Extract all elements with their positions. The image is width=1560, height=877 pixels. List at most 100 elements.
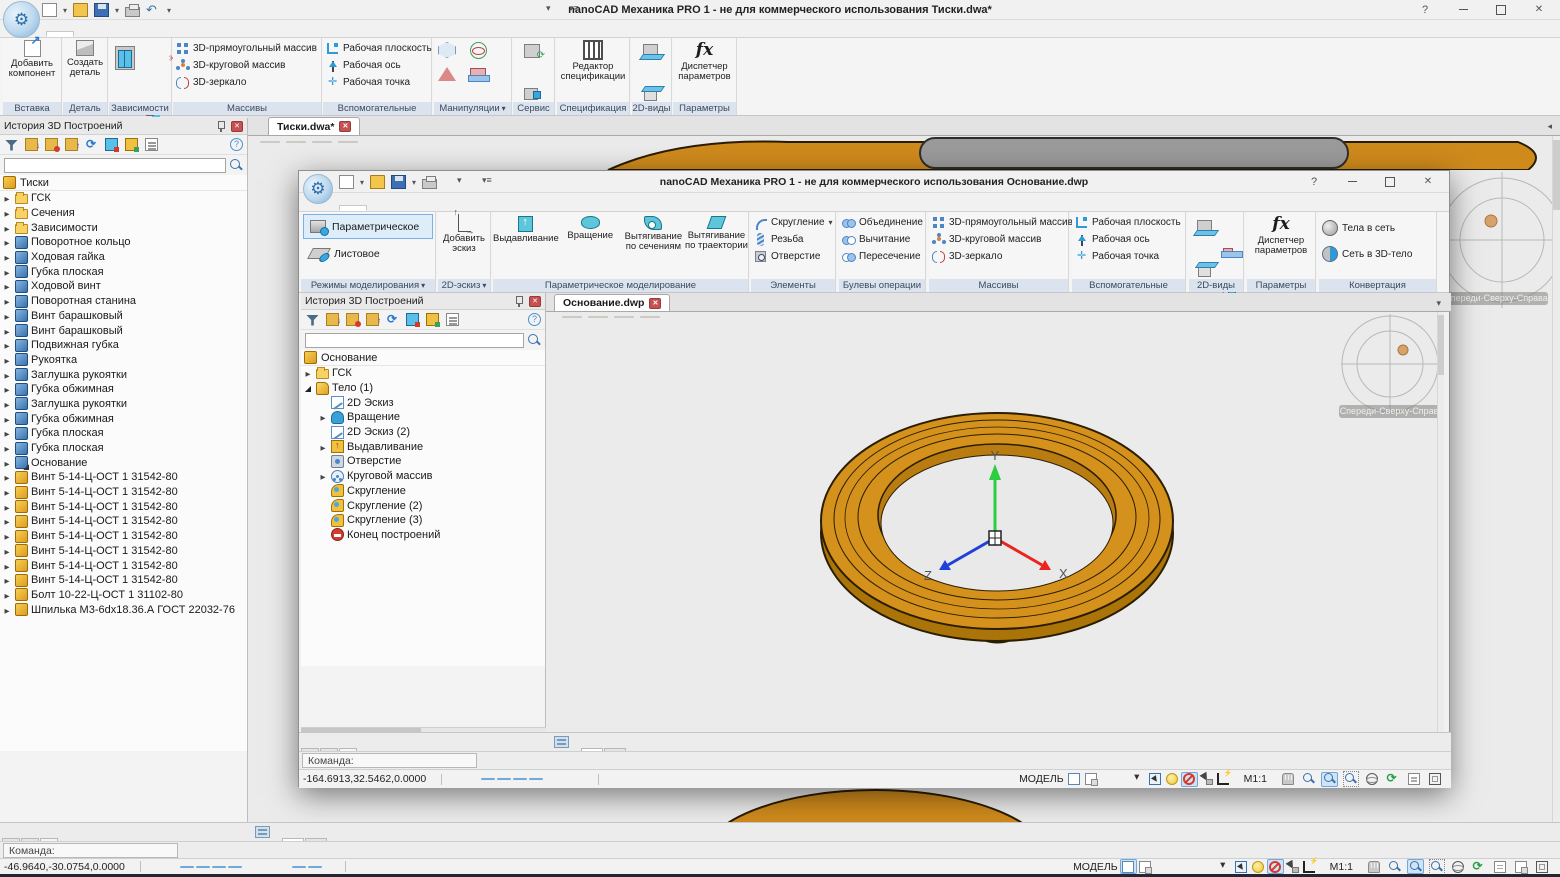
panel-tool[interactable] [104, 137, 119, 152]
expand-icon[interactable] [2, 266, 12, 278]
parametric-button[interactable]: Вытягивание по траектории [685, 214, 748, 253]
status-icon-button[interactable] [1066, 772, 1083, 787]
expand-icon[interactable] [2, 589, 12, 601]
status-icon-button[interactable] [1250, 859, 1267, 874]
ribbon-row-button[interactable]: 3D-круговой массив [932, 232, 1066, 247]
pin-icon[interactable] [514, 295, 524, 307]
ribbon-row-button[interactable]: Скругление [754, 215, 833, 230]
tree-item[interactable]: Заглушка рукоятки [0, 367, 247, 382]
nav-icon-button[interactable] [1407, 859, 1424, 874]
help-button[interactable] [1295, 172, 1333, 191]
history-search-input[interactable] [305, 333, 524, 348]
status-icon-button[interactable] [1301, 859, 1318, 874]
expand-icon[interactable] [2, 398, 12, 410]
model-space-label[interactable]: МОДЕЛЬ [1019, 773, 1064, 785]
save-dropdown-icon[interactable]: ▾ [115, 6, 119, 15]
tree-item[interactable]: ГСК [301, 366, 545, 381]
ribbon-tab[interactable] [74, 33, 100, 37]
tree-item[interactable]: Винт 5-14-Ц-ОСТ 1 31542-80 [0, 485, 247, 500]
expand-icon[interactable] [303, 367, 313, 379]
tree-item[interactable]: Зависимости [0, 220, 247, 235]
command-input[interactable]: Команда: [302, 753, 477, 768]
app-logo[interactable] [303, 174, 333, 204]
tree-item[interactable]: Винт 5-14-Ц-ОСТ 1 31542-80 [0, 573, 247, 588]
status-icon-button[interactable] [1120, 859, 1137, 874]
group-label[interactable]: Манипуляции [434, 102, 511, 115]
help-icon[interactable] [528, 313, 541, 326]
add-sketch-button[interactable]: Добавить эскиз [438, 212, 490, 255]
panel-tool[interactable] [84, 137, 99, 152]
expand-icon[interactable] [318, 411, 328, 423]
expand-icon[interactable] [2, 251, 12, 263]
tree-item[interactable]: Выдавливание [301, 439, 545, 454]
nav-icon-button[interactable] [1470, 859, 1487, 874]
constraint-icon[interactable] [115, 46, 135, 70]
parametric-button[interactable]: Вытягивание по сечениям [622, 214, 685, 253]
new-dropdown-icon[interactable]: ▾ [63, 6, 67, 15]
nav-icon-button[interactable] [1491, 859, 1508, 874]
panel-tool[interactable] [345, 312, 360, 327]
status-toggle[interactable] [260, 866, 274, 868]
app-logo[interactable] [3, 1, 40, 38]
ribbon-tab[interactable] [393, 207, 419, 211]
ribbon-minimize-icon[interactable]: ▾≡ [566, 3, 582, 14]
tree-item[interactable]: Отверстие [301, 454, 545, 469]
tab-list-icon[interactable]: ▾ [1436, 298, 1441, 309]
parametric-button[interactable]: Выдавливание [493, 214, 559, 253]
tree-item[interactable]: Поворотное кольцо [0, 235, 247, 250]
ribbon-row-button[interactable]: Рабочая ось [1075, 232, 1183, 247]
scale-indicator[interactable]: М1:1 [1244, 773, 1267, 785]
status-icon-button[interactable] [1284, 859, 1301, 874]
panel-close-icon[interactable] [231, 121, 243, 132]
status-toggle[interactable] [308, 866, 322, 868]
ribbon-tab[interactable] [152, 33, 178, 37]
tree-item[interactable]: Подвижная губка [0, 338, 247, 353]
ribbon-row-button[interactable]: Отверстие [754, 249, 833, 264]
doc-tab-osnovanie[interactable]: Основание.dwp [554, 294, 670, 311]
save-dropdown-icon[interactable]: ▾ [412, 178, 416, 187]
tree-item[interactable]: Основание [0, 455, 247, 470]
status-icon-button[interactable] [1267, 859, 1284, 874]
viewport-button[interactable] [312, 141, 332, 143]
maximize-button[interactable] [1371, 172, 1409, 191]
open-file-icon[interactable] [370, 175, 385, 189]
close-button[interactable] [1409, 172, 1447, 191]
status-toggle[interactable] [148, 866, 162, 868]
status-toggle[interactable] [212, 866, 226, 868]
parametric-button[interactable]: Вращение [559, 214, 622, 253]
panel-tool[interactable] [44, 137, 59, 152]
ribbon-tab[interactable] [100, 33, 126, 37]
status-icon-button[interactable] [1137, 859, 1154, 874]
panel-tool[interactable] [365, 312, 380, 327]
panel-tool[interactable] [124, 137, 139, 152]
child-window[interactable]: nanoCAD Механика PRO 1 - не для коммерче… [298, 170, 1450, 787]
command-input[interactable]: Команда: [3, 843, 178, 858]
expand-icon[interactable] [2, 413, 12, 425]
status-icon-button[interactable] [1083, 772, 1100, 787]
expand-icon[interactable] [2, 207, 12, 219]
expand-icon[interactable] [2, 457, 12, 469]
status-toggle[interactable] [449, 778, 463, 780]
tree-item[interactable]: Скругление (3) [301, 513, 545, 528]
scale-indicator[interactable]: М1:1 [1330, 861, 1353, 873]
status-toggle[interactable] [276, 866, 290, 868]
ribbon-row-button[interactable]: Резьба [754, 232, 833, 247]
tree-item[interactable]: Болт 10-22-Ц-ОСТ 1 31102-80 [0, 588, 247, 603]
main-vertical-scrollbar[interactable] [1552, 136, 1560, 822]
expand-icon[interactable] [2, 369, 12, 381]
flatten-view-icon[interactable] [643, 44, 658, 57]
layouts-icon[interactable] [255, 826, 270, 838]
ribbon-tab[interactable] [46, 31, 74, 37]
panel-tool[interactable] [325, 312, 340, 327]
tree-item[interactable]: Заглушка рукоятки [0, 397, 247, 412]
status-icon-button[interactable] [1164, 772, 1181, 787]
ribbon-row-button[interactable]: 3D-зеркало [176, 75, 319, 90]
status-icon-button[interactable] [1233, 859, 1250, 874]
expand-icon[interactable] [2, 515, 12, 527]
close-doc-icon[interactable] [649, 298, 661, 309]
panel-tool[interactable] [445, 312, 460, 327]
tree-item[interactable]: Винт 5-14-Ц-ОСТ 1 31542-80 [0, 558, 247, 573]
param-manager-button[interactable]: Диспетчер параметров [673, 38, 736, 83]
panel-tool[interactable] [425, 312, 440, 327]
nav-icon-button[interactable] [1363, 772, 1380, 787]
